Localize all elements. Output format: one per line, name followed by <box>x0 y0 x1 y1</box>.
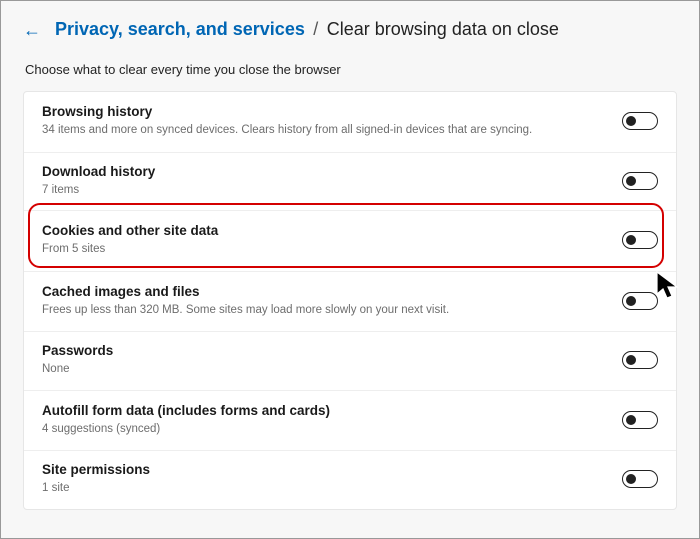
setting-subtitle: 7 items <box>42 183 622 199</box>
toggle-cached-images[interactable] <box>622 292 658 310</box>
setting-site-permissions: Site permissions 1 site <box>24 451 676 509</box>
breadcrumb-separator: / <box>313 19 318 39</box>
setting-subtitle: 1 site <box>42 481 622 497</box>
setting-autofill: Autofill form data (includes forms and c… <box>24 391 676 452</box>
toggle-autofill[interactable] <box>622 411 658 429</box>
setting-download-history: Download history 7 items <box>24 153 676 212</box>
setting-cookies: Cookies and other site data From 5 sites <box>24 211 676 272</box>
setting-title: Autofill form data (includes forms and c… <box>42 403 622 418</box>
setting-title: Download history <box>42 164 622 179</box>
setting-title: Site permissions <box>42 462 622 477</box>
setting-subtitle: Frees up less than 320 MB. Some sites ma… <box>42 303 622 319</box>
settings-list: Browsing history 34 items and more on sy… <box>23 91 677 510</box>
toggle-download-history[interactable] <box>622 172 658 190</box>
setting-subtitle: 34 items and more on synced devices. Cle… <box>42 123 622 139</box>
setting-title: Cached images and files <box>42 284 622 299</box>
toggle-browsing-history[interactable] <box>622 112 658 130</box>
setting-browsing-history: Browsing history 34 items and more on sy… <box>24 92 676 153</box>
setting-title: Browsing history <box>42 104 622 119</box>
setting-cached-images: Cached images and files Frees up less th… <box>24 272 676 333</box>
toggle-site-permissions[interactable] <box>622 470 658 488</box>
toggle-cookies[interactable] <box>622 231 658 249</box>
breadcrumb-parent[interactable]: Privacy, search, and services <box>55 19 305 39</box>
setting-subtitle: None <box>42 362 622 378</box>
breadcrumb: ← Privacy, search, and services / Clear … <box>23 19 677 40</box>
toggle-passwords[interactable] <box>622 351 658 369</box>
intro-text: Choose what to clear every time you clos… <box>23 62 677 77</box>
setting-subtitle: From 5 sites <box>42 242 622 258</box>
setting-passwords: Passwords None <box>24 332 676 391</box>
setting-subtitle: 4 suggestions (synced) <box>42 422 622 438</box>
setting-title: Cookies and other site data <box>42 223 622 238</box>
breadcrumb-current: Clear browsing data on close <box>327 19 559 39</box>
setting-title: Passwords <box>42 343 622 358</box>
back-arrow-icon[interactable]: ← <box>23 21 41 39</box>
